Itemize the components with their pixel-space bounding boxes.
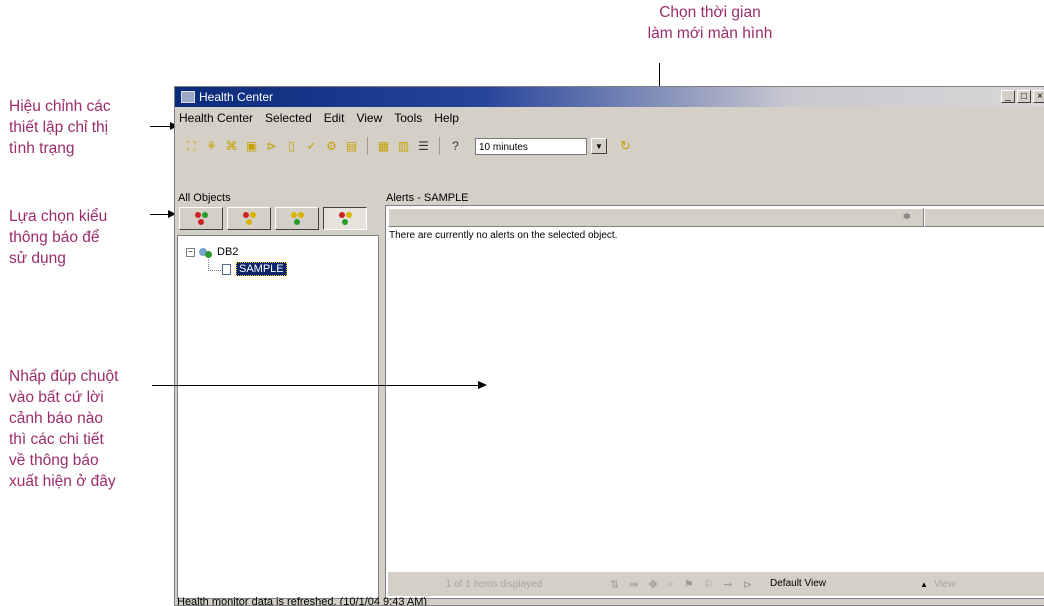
check-icon[interactable]: ✓ bbox=[303, 138, 320, 155]
tree-node-sample[interactable]: SAMPLE bbox=[222, 262, 287, 276]
details-icon[interactable]: ▥ bbox=[395, 138, 412, 155]
filter-icon[interactable]: ⚑ bbox=[684, 578, 694, 591]
items-count: 1 of 1 items displayed bbox=[445, 578, 543, 590]
alerts-table: ≑ There are currently no alerts on the s… bbox=[385, 205, 1044, 599]
chevron-down-icon[interactable]: ▼ bbox=[591, 138, 607, 154]
warning-filter-button[interactable] bbox=[227, 207, 271, 230]
menu-help[interactable]: Help bbox=[432, 111, 461, 125]
close-button[interactable]: × bbox=[1033, 90, 1044, 103]
app-icon bbox=[181, 91, 195, 103]
menu-edit[interactable]: Edit bbox=[322, 111, 347, 125]
config-icon[interactable]: ⚙ bbox=[323, 138, 340, 155]
menu-bar: Health Center Selected Edit View Tools H… bbox=[177, 111, 461, 125]
traffic-light-icon bbox=[290, 212, 304, 225]
database-icon bbox=[222, 263, 232, 275]
edit-settings-line bbox=[150, 126, 170, 127]
toolbar-separator bbox=[367, 137, 368, 155]
indicator-icon[interactable]: ⊳ bbox=[263, 138, 280, 155]
toolbar: ⛶ ⚘ ⌘ ▣ ⊳ ▯ ✓ ⚙ ▤ ▦ ▥ ☰ ? 10 minutes ▼ ↻ bbox=[183, 133, 631, 159]
refresh-annotation: Chọn thời gian làm mới màn hình bbox=[647, 4, 773, 42]
all-objects-pane: All Objects − DB2 SAMPLE bbox=[177, 191, 379, 599]
menu-tools[interactable]: Tools bbox=[392, 111, 424, 125]
minimize-button[interactable]: _ bbox=[1001, 90, 1015, 103]
monitor-icon[interactable]: ▣ bbox=[243, 138, 260, 155]
tree-node-db2[interactable]: − DB2 bbox=[186, 246, 238, 258]
refresh-icon[interactable]: ↻ bbox=[620, 138, 631, 154]
alarm-filter-button[interactable] bbox=[179, 207, 223, 230]
attention-filter-button[interactable] bbox=[275, 207, 319, 230]
sort-icon: ≑ bbox=[902, 211, 911, 222]
list-icon[interactable]: ☰ bbox=[415, 138, 432, 155]
health-icon[interactable]: ⚘ bbox=[203, 138, 220, 155]
filter-annotation-line bbox=[150, 214, 170, 215]
help-icon[interactable]: ? bbox=[447, 138, 464, 155]
traffic-light-icon bbox=[338, 212, 352, 225]
filter-bar bbox=[179, 207, 379, 230]
filter-annotation: Lựa chọn kiểu thông báo để sử dụng bbox=[9, 208, 108, 267]
next-icon[interactable]: ➙ bbox=[724, 578, 733, 591]
note-icon[interactable]: ▯ bbox=[283, 138, 300, 155]
instance-icon bbox=[199, 246, 213, 258]
filter-clear-icon[interactable]: ⚐ bbox=[704, 578, 714, 591]
tree-node-label: SAMPLE bbox=[236, 262, 287, 276]
column-header[interactable]: ≑ bbox=[388, 208, 924, 227]
view-button[interactable]: View bbox=[934, 579, 956, 590]
column-header[interactable] bbox=[924, 208, 1044, 227]
chevron-up-icon[interactable]: ▲ bbox=[920, 580, 928, 589]
collapse-icon[interactable]: − bbox=[186, 247, 195, 257]
tree-connector bbox=[208, 260, 221, 271]
view-select[interactable]: Default View bbox=[766, 575, 917, 593]
window-title: Health Center bbox=[199, 90, 274, 104]
traffic-light-icon bbox=[194, 212, 208, 225]
refresh-interval-combo[interactable]: 10 minutes ▼ bbox=[475, 137, 607, 155]
tree-icon[interactable]: ⛶ bbox=[183, 138, 200, 155]
maximize-button[interactable]: □ bbox=[1017, 90, 1031, 103]
menu-view[interactable]: View bbox=[354, 111, 384, 125]
edit-settings-annotation: Hiệu chỉnh các thiết lập chỉ thị tình tr… bbox=[9, 98, 111, 157]
db-icon[interactable]: ▤ bbox=[343, 138, 360, 155]
status-bar: Health monitor data is refreshed. (10/1/… bbox=[177, 596, 428, 606]
title-bar[interactable]: Health Center _ □ × bbox=[175, 87, 1044, 107]
tree-node-label: DB2 bbox=[217, 246, 239, 258]
tree-alt-icon[interactable]: ⌘ bbox=[223, 138, 240, 155]
find-icon[interactable]: ⌕ bbox=[668, 578, 674, 591]
object-tree: − DB2 SAMPLE bbox=[177, 235, 379, 599]
grid-icon[interactable]: ▦ bbox=[375, 138, 392, 155]
all-filter-button[interactable] bbox=[323, 207, 367, 230]
last-icon[interactable]: ⊳ bbox=[743, 578, 752, 591]
toolbar-separator bbox=[439, 137, 440, 155]
double-click-arrowhead bbox=[478, 381, 487, 389]
sort-icon[interactable]: ⇅ bbox=[610, 578, 619, 591]
alerts-pane: Alerts - SAMPLE ≑ There are currently no… bbox=[385, 191, 1044, 599]
traffic-light-icon bbox=[242, 212, 256, 225]
move-icon[interactable]: ✥ bbox=[648, 578, 657, 591]
all-objects-label: All Objects bbox=[178, 192, 231, 204]
double-click-line bbox=[152, 385, 480, 386]
forward-icon[interactable]: ⇛ bbox=[629, 578, 638, 591]
refresh-interval-field[interactable]: 10 minutes bbox=[475, 137, 587, 155]
double-click-annotation: Nhấp đúp chuột vào bất cứ lời cảnh báo n… bbox=[9, 368, 119, 490]
no-alerts-message: There are currently no alerts on the sel… bbox=[389, 230, 618, 241]
alerts-footer: 1 of 1 items displayed ⇅ ⇛ ✥ ⌕ ⚑ ⚐ ➙ ⊳ D… bbox=[388, 572, 1044, 596]
menu-health-center[interactable]: Health Center bbox=[177, 111, 255, 125]
menu-selected[interactable]: Selected bbox=[263, 111, 314, 125]
alerts-label: Alerts - SAMPLE bbox=[386, 192, 469, 204]
health-center-window: Health Center _ □ × Health Center Select… bbox=[174, 86, 1044, 606]
